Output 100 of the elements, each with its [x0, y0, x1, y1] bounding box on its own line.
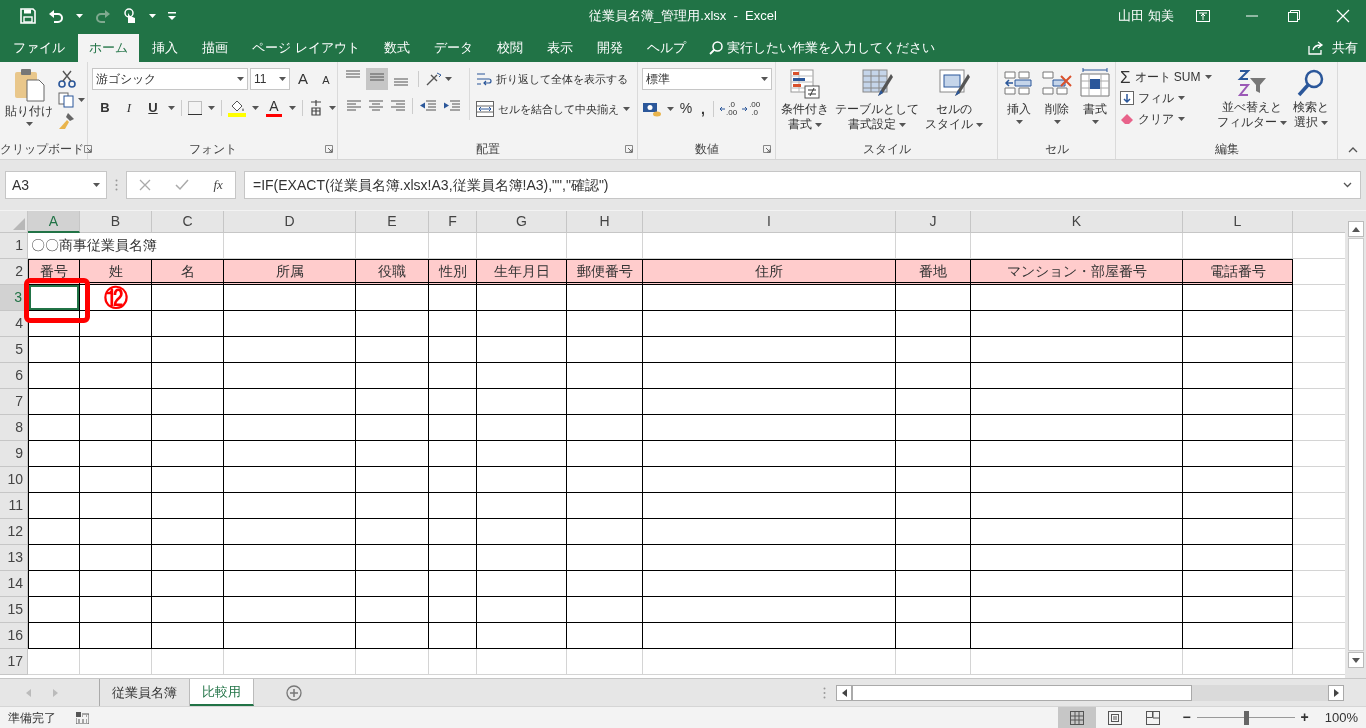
spreadsheet-cell[interactable] [429, 285, 477, 311]
spreadsheet-cell[interactable] [477, 311, 567, 337]
decrease-indent-icon[interactable] [419, 99, 437, 113]
spreadsheet-cell[interactable] [152, 597, 224, 623]
split-handle-icon[interactable] [823, 686, 826, 699]
spreadsheet-cell[interactable] [1183, 389, 1293, 415]
spreadsheet-cell[interactable] [477, 389, 567, 415]
spreadsheet-cell[interactable] [896, 623, 971, 649]
spreadsheet-cell[interactable] [1183, 545, 1293, 571]
spreadsheet-cell[interactable] [971, 597, 1183, 623]
spreadsheet-cell[interactable] [152, 363, 224, 389]
spreadsheet-cell[interactable] [152, 467, 224, 493]
spreadsheet-cell[interactable] [152, 311, 224, 337]
underline-button[interactable]: U [144, 98, 162, 118]
spreadsheet-cell[interactable] [1183, 415, 1293, 441]
normal-view-button[interactable] [1058, 707, 1097, 728]
spreadsheet-cell[interactable] [152, 545, 224, 571]
spreadsheet-cell[interactable] [356, 389, 429, 415]
find-select-button[interactable]: 検索と 選択 [1291, 68, 1330, 130]
name-box[interactable]: A3 [5, 171, 107, 199]
spreadsheet-cell[interactable] [429, 493, 477, 519]
save-icon[interactable] [20, 8, 36, 24]
spreadsheet-cell[interactable] [643, 441, 896, 467]
spreadsheet-cell[interactable] [356, 311, 429, 337]
spreadsheet-cell[interactable] [477, 441, 567, 467]
spreadsheet-cell[interactable] [224, 623, 356, 649]
spreadsheet-cell[interactable] [224, 571, 356, 597]
spreadsheet-cell[interactable] [224, 467, 356, 493]
spreadsheet-cell[interactable] [477, 571, 567, 597]
autosum-button[interactable]: Σ オート SUM [1120, 68, 1212, 86]
spreadsheet-cell[interactable] [896, 311, 971, 337]
spreadsheet-cell[interactable] [971, 493, 1183, 519]
column-header[interactable]: F [429, 211, 477, 233]
row-header[interactable]: 14 [0, 571, 28, 597]
row-header[interactable]: 15 [0, 597, 28, 623]
dialog-launcher-icon[interactable] [763, 145, 771, 153]
spreadsheet-cell[interactable] [224, 285, 356, 311]
ribbon-tab[interactable]: ファイル [2, 34, 76, 62]
spreadsheet-cell[interactable] [896, 493, 971, 519]
spreadsheet-cell[interactable] [643, 623, 896, 649]
spreadsheet-cell[interactable] [896, 363, 971, 389]
spreadsheet-cell[interactable] [28, 467, 80, 493]
spreadsheet-cell[interactable] [28, 363, 80, 389]
macro-record-icon[interactable] [76, 711, 89, 724]
ribbon-tab[interactable]: 校閲 [485, 34, 534, 62]
ribbon-tab[interactable]: データ [422, 34, 484, 62]
format-painter-icon[interactable] [58, 112, 76, 130]
spreadsheet-cell[interactable] [152, 571, 224, 597]
spreadsheet-cell[interactable] [356, 415, 429, 441]
spreadsheet-cell[interactable] [429, 389, 477, 415]
zoom-in-button[interactable]: + [1300, 707, 1309, 728]
spreadsheet-cell[interactable] [356, 493, 429, 519]
spreadsheet-cell[interactable] [1183, 597, 1293, 623]
spreadsheet-cell[interactable] [477, 545, 567, 571]
spreadsheet-cell[interactable] [643, 493, 896, 519]
spreadsheet-cell[interactable] [152, 519, 224, 545]
spreadsheet-cell[interactable] [356, 545, 429, 571]
spreadsheet-cell[interactable] [429, 337, 477, 363]
spreadsheet-cell[interactable] [567, 545, 643, 571]
spreadsheet-cell[interactable] [477, 285, 567, 311]
scroll-right-icon[interactable] [1333, 688, 1339, 697]
spreadsheet-cell[interactable] [224, 519, 356, 545]
ribbon-tab[interactable]: ヘルプ [635, 34, 697, 62]
spreadsheet-cell[interactable] [28, 519, 80, 545]
share-button[interactable]: 共有 [1332, 38, 1358, 58]
spreadsheet-cell[interactable] [477, 363, 567, 389]
percent-button[interactable]: % [679, 98, 693, 119]
row-header[interactable]: 13 [0, 545, 28, 571]
spreadsheet-cell[interactable] [80, 363, 152, 389]
borders-icon[interactable] [188, 100, 202, 115]
selected-cell[interactable] [28, 285, 80, 311]
spreadsheet-cell[interactable] [567, 363, 643, 389]
spreadsheet-cell[interactable] [567, 597, 643, 623]
horizontal-scroll-thumb[interactable] [852, 684, 1192, 701]
spreadsheet-cell[interactable] [1183, 493, 1293, 519]
spreadsheet-cell[interactable] [643, 311, 896, 337]
row-header[interactable]: 10 [0, 467, 28, 493]
cell-styles-button[interactable]: セルの スタイル [924, 68, 984, 132]
close-icon[interactable] [1336, 9, 1350, 23]
currency-icon[interactable] [642, 100, 662, 117]
row-header[interactable]: 17 [0, 649, 28, 675]
ribbon-tab[interactable]: ページ レイアウト [241, 34, 371, 62]
spreadsheet-cell[interactable]: ⑫ [80, 285, 152, 311]
spreadsheet-cell[interactable] [896, 545, 971, 571]
restore-icon[interactable] [1288, 10, 1300, 22]
spreadsheet-cell[interactable] [896, 441, 971, 467]
scroll-thumb[interactable] [1347, 238, 1364, 651]
column-header[interactable]: J [896, 211, 971, 233]
spreadsheet-cell[interactable] [28, 441, 80, 467]
spreadsheet-cell[interactable] [356, 623, 429, 649]
spreadsheet-cell[interactable] [429, 415, 477, 441]
sheet-tab[interactable]: 比較用 [190, 679, 254, 706]
ribbon-tab[interactable]: 開発 [585, 34, 634, 62]
spreadsheet-cell[interactable] [80, 441, 152, 467]
spreadsheet-cell[interactable] [971, 623, 1183, 649]
increase-decimal-button[interactable]: .0 .00 [719, 100, 738, 117]
spreadsheet-cell[interactable] [429, 363, 477, 389]
spreadsheet-cell[interactable] [152, 285, 224, 311]
spreadsheet-cell[interactable] [567, 389, 643, 415]
spreadsheet-cell[interactable] [80, 571, 152, 597]
